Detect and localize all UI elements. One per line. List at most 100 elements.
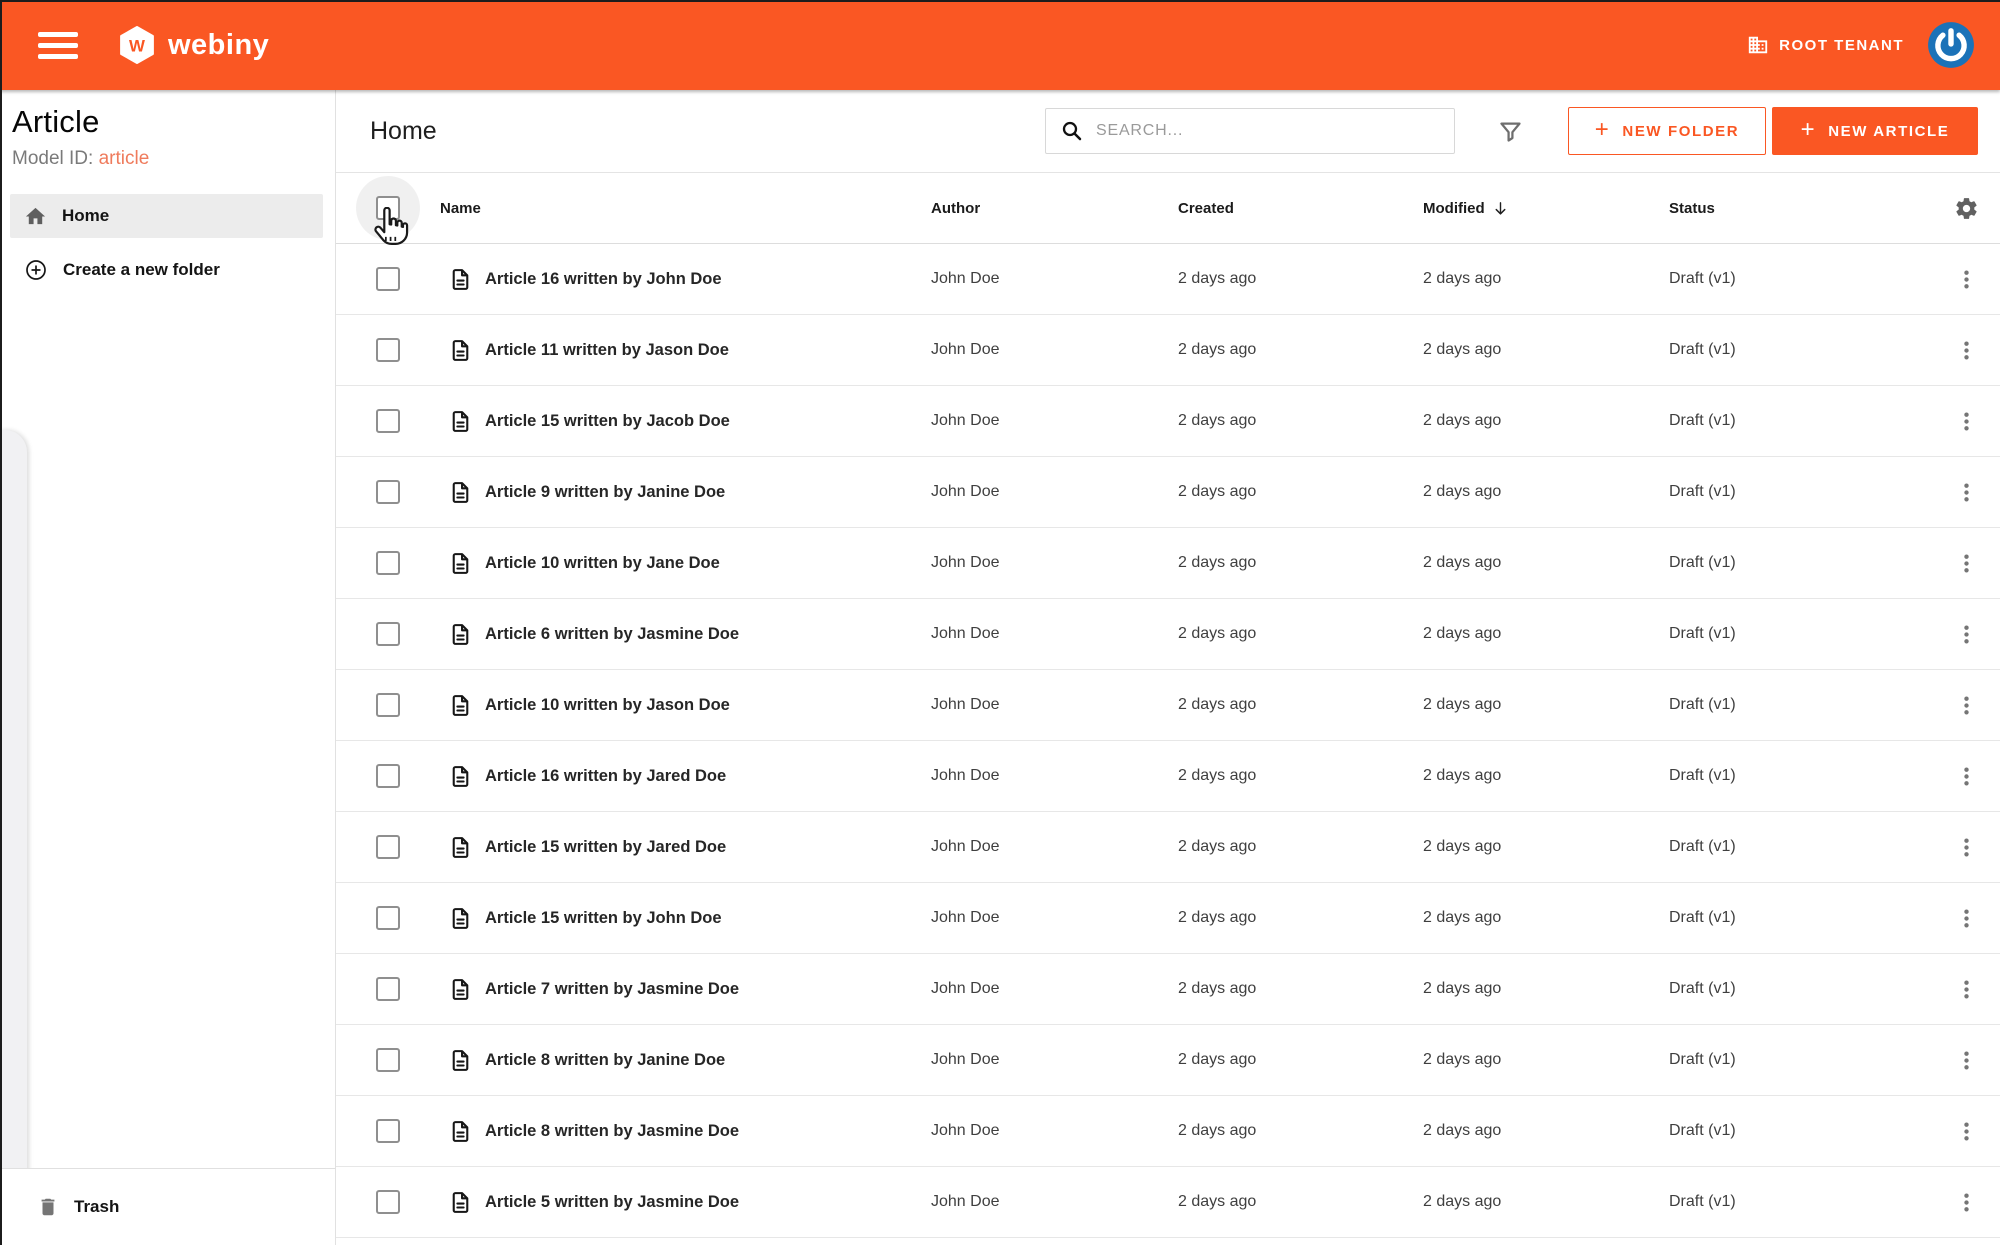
document-icon xyxy=(452,907,469,929)
table-row[interactable]: Article 8 written by Janine Doe John Doe… xyxy=(336,1025,2000,1096)
new-article-button[interactable]: + NEW ARTICLE xyxy=(1772,107,1978,155)
row-checkbox[interactable] xyxy=(376,480,400,504)
row-title[interactable]: Article 11 written by Jason Doe xyxy=(485,341,729,360)
row-checkbox[interactable] xyxy=(376,1048,400,1072)
row-checkbox[interactable] xyxy=(376,1119,400,1143)
filter-button[interactable] xyxy=(1497,118,1524,145)
table-row[interactable]: Article 16 written by John Doe John Doe … xyxy=(336,244,2000,315)
row-created: 2 days ago xyxy=(1178,909,1257,926)
tenant-selector[interactable]: ROOT TENANT xyxy=(1747,34,1904,56)
row-menu-button[interactable] xyxy=(1954,835,1979,860)
row-created: 2 days ago xyxy=(1178,412,1257,429)
row-created: 2 days ago xyxy=(1178,696,1257,713)
row-title[interactable]: Article 9 written by Janine Doe xyxy=(485,483,725,502)
table-row[interactable]: Article 10 written by Jason Doe John Doe… xyxy=(336,670,2000,741)
row-title[interactable]: Article 15 written by Jared Doe xyxy=(485,838,726,857)
model-id-value[interactable]: article xyxy=(99,148,150,169)
row-menu-button[interactable] xyxy=(1954,551,1979,576)
table-row[interactable]: Article 9 written by Janine Doe John Doe… xyxy=(336,457,2000,528)
column-header-created[interactable]: Created xyxy=(1178,200,1423,217)
row-status: Draft (v1) xyxy=(1669,1193,1736,1210)
row-menu-button[interactable] xyxy=(1954,409,1979,434)
row-checkbox[interactable] xyxy=(376,835,400,859)
row-menu-button[interactable] xyxy=(1954,338,1979,363)
row-status: Draft (v1) xyxy=(1669,1051,1736,1068)
new-folder-button[interactable]: + NEW FOLDER xyxy=(1568,107,1766,155)
row-created: 2 days ago xyxy=(1178,767,1257,784)
row-checkbox[interactable] xyxy=(376,906,400,930)
row-menu-button[interactable] xyxy=(1954,764,1979,789)
document-icon xyxy=(452,410,469,432)
row-title[interactable]: Article 8 written by Janine Doe xyxy=(485,1051,725,1070)
row-menu-button[interactable] xyxy=(1954,622,1979,647)
row-checkbox[interactable] xyxy=(376,764,400,788)
table-row[interactable]: Article 5 written by Jasmine Doe John Do… xyxy=(336,1167,2000,1238)
user-avatar[interactable] xyxy=(1926,20,1976,70)
table-row[interactable]: Article 15 written by Jared Doe John Doe… xyxy=(336,812,2000,883)
trash-item[interactable]: Trash xyxy=(0,1168,335,1245)
row-menu-button[interactable] xyxy=(1954,977,1979,1002)
row-checkbox[interactable] xyxy=(376,622,400,646)
row-menu-button[interactable] xyxy=(1954,1119,1979,1144)
row-checkbox[interactable] xyxy=(376,693,400,717)
row-title[interactable]: Article 6 written by Jasmine Doe xyxy=(485,625,739,644)
row-checkbox[interactable] xyxy=(376,338,400,362)
column-header-modified[interactable]: Modified xyxy=(1423,200,1669,217)
document-icon xyxy=(452,552,469,574)
row-status: Draft (v1) xyxy=(1669,767,1736,784)
document-icon xyxy=(452,1049,469,1071)
row-title[interactable]: Article 5 written by Jasmine Doe xyxy=(485,1193,739,1212)
kebab-menu-icon xyxy=(1963,341,1969,359)
row-checkbox[interactable] xyxy=(376,551,400,575)
search-input[interactable] xyxy=(1096,122,1442,140)
row-modified: 2 days ago xyxy=(1423,554,1502,571)
row-title[interactable]: Article 8 written by Jasmine Doe xyxy=(485,1122,739,1141)
row-status: Draft (v1) xyxy=(1669,1122,1736,1139)
table-row[interactable]: Article 8 written by Jasmine Doe John Do… xyxy=(336,1096,2000,1167)
row-menu-button[interactable] xyxy=(1954,480,1979,505)
sidebar: Article Model ID: article Home Create a … xyxy=(0,90,336,1245)
kebab-menu-icon xyxy=(1963,838,1969,856)
row-created: 2 days ago xyxy=(1178,625,1257,642)
row-checkbox[interactable] xyxy=(376,1190,400,1214)
row-title[interactable]: Article 16 written by John Doe xyxy=(485,270,722,289)
row-checkbox[interactable] xyxy=(376,977,400,1001)
row-title[interactable]: Article 15 written by John Doe xyxy=(485,909,722,928)
table-row[interactable]: Article 6 written by Jasmine Doe John Do… xyxy=(336,599,2000,670)
table-row[interactable]: Article 16 written by Jared Doe John Doe… xyxy=(336,741,2000,812)
select-all-checkbox[interactable] xyxy=(376,196,400,220)
column-header-status[interactable]: Status xyxy=(1669,200,1932,217)
column-header-name[interactable]: Name xyxy=(440,200,931,217)
brand-wordmark: webiny xyxy=(168,28,270,61)
row-title[interactable]: Article 7 written by Jasmine Doe xyxy=(485,980,739,999)
column-header-author[interactable]: Author xyxy=(931,200,1178,217)
row-title[interactable]: Article 10 written by Jane Doe xyxy=(485,554,720,573)
kebab-menu-icon xyxy=(1963,1122,1969,1140)
table-row[interactable]: Article 7 written by Jasmine Doe John Do… xyxy=(336,954,2000,1025)
row-menu-button[interactable] xyxy=(1954,906,1979,931)
table-row[interactable]: Article 11 written by Jason Doe John Doe… xyxy=(336,315,2000,386)
plus-icon: + xyxy=(1800,116,1817,143)
row-menu-button[interactable] xyxy=(1954,1190,1979,1215)
table-row[interactable]: Article 15 written by John Doe John Doe … xyxy=(336,883,2000,954)
row-title[interactable]: Article 15 written by Jacob Doe xyxy=(485,412,730,431)
gear-icon xyxy=(1955,197,1977,219)
row-author: John Doe xyxy=(931,909,1000,926)
webiny-hexagon-icon: W xyxy=(120,25,154,64)
sidebar-item-home[interactable]: Home xyxy=(10,194,323,238)
row-menu-button[interactable] xyxy=(1954,693,1979,718)
create-folder-item[interactable]: Create a new folder xyxy=(10,248,323,292)
row-checkbox[interactable] xyxy=(376,409,400,433)
row-menu-button[interactable] xyxy=(1954,267,1979,292)
table-row[interactable]: Article 15 written by Jacob Doe John Doe… xyxy=(336,386,2000,457)
hamburger-menu-icon[interactable] xyxy=(38,29,80,61)
row-checkbox[interactable] xyxy=(376,267,400,291)
row-title[interactable]: Article 10 written by Jason Doe xyxy=(485,696,730,715)
table-settings-button[interactable] xyxy=(1954,196,1979,221)
kebab-menu-icon xyxy=(1963,270,1969,288)
row-title[interactable]: Article 16 written by Jared Doe xyxy=(485,767,726,786)
table-body: Article 16 written by John Doe John Doe … xyxy=(336,244,2000,1238)
table-row[interactable]: Article 10 written by Jane Doe John Doe … xyxy=(336,528,2000,599)
building-icon xyxy=(1749,36,1768,54)
row-menu-button[interactable] xyxy=(1954,1048,1979,1073)
